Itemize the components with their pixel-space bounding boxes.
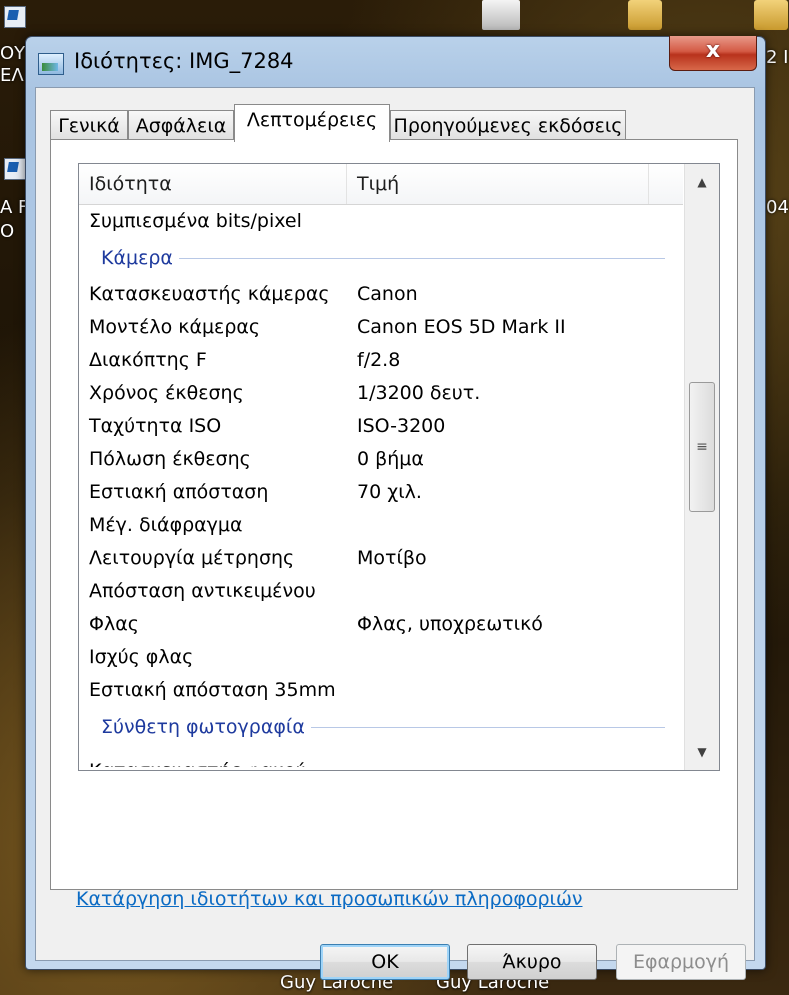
desktop-text-fragment: Ο xyxy=(0,221,15,242)
image-file-icon xyxy=(38,53,64,75)
group-title: Κάμερα xyxy=(101,238,179,278)
property-name: Πόλωση έκθεσης xyxy=(89,448,251,470)
list-item[interactable]: Ταχύτητα ISO ISO-3200 xyxy=(79,410,683,443)
property-name: Μέγ. διάφραγμα xyxy=(89,514,243,536)
property-name: Συμπιεσμένα bits/pixel xyxy=(89,210,302,232)
vertical-scrollbar[interactable]: ▲ ≡ ▼ xyxy=(684,164,719,770)
desktop-network-icon xyxy=(482,0,520,30)
property-name: Διακόπτης F xyxy=(89,349,207,371)
list-item[interactable]: Απόσταση αντικειμένου xyxy=(79,575,683,608)
ok-button[interactable]: OK xyxy=(320,944,450,980)
title-bar[interactable]: Ιδιότητες: IMG_7284 x xyxy=(26,36,765,87)
list-item[interactable]: Μέγ. διάφραγμα xyxy=(79,509,683,542)
desktop-text-fragment: 2 Ι xyxy=(766,47,789,68)
list-item[interactable]: Διακόπτης F f/2.8 xyxy=(79,344,683,377)
cancel-button[interactable]: Άκυρο xyxy=(467,944,597,980)
properties-dialog: Ιδιότητες: IMG_7284 x Γενικά Ασφάλεια Λε… xyxy=(25,36,766,980)
property-value: Canon EOS 5D Mark II xyxy=(357,316,566,338)
dialog-client-area: Γενικά Ασφάλεια Λεπτομέρειες Προηγούμενε… xyxy=(35,87,755,980)
list-item[interactable]: Συμπιεσμένα bits/pixel xyxy=(79,205,683,238)
list-item[interactable]: Κατασκευαστής φακού xyxy=(79,747,683,767)
property-name: Φλας xyxy=(89,613,139,635)
tab-details[interactable]: Λεπτομέρειες xyxy=(234,104,390,142)
list-item[interactable]: Φλας Φλας, υποχρεωτικό xyxy=(79,608,683,641)
apply-button[interactable]: Εφαρμογή xyxy=(616,944,746,980)
property-value: Canon xyxy=(357,283,418,305)
property-name: Μοντέλο κάμερας xyxy=(89,316,261,338)
list-item[interactable]: Εστιακή απόσταση 70 χιλ. xyxy=(79,476,683,509)
desktop-text-fragment: ΟΥ xyxy=(0,43,26,64)
desktop-folder-icon xyxy=(754,0,788,30)
property-value: ISO-3200 xyxy=(357,415,446,437)
tab-general[interactable]: Γενικά xyxy=(50,110,128,140)
property-name: Απόσταση αντικειμένου xyxy=(89,580,316,602)
properties-list[interactable]: Ιδιότητα Τιμή Συμπιεσμένα bits/pixel Κάμ… xyxy=(78,163,720,771)
property-name: Ταχύτητα ISO xyxy=(89,415,222,437)
arrow-up-icon[interactable]: ▲ xyxy=(685,164,719,200)
property-name: Λειτουργία μέτρησης xyxy=(89,547,295,569)
list-item[interactable]: Ισχύς φλας xyxy=(79,641,683,674)
list-item[interactable]: Εστιακή απόσταση 35mm xyxy=(79,674,683,707)
list-header: Ιδιότητα Τιμή xyxy=(79,164,683,205)
close-button[interactable]: x xyxy=(669,36,757,71)
property-name: Κατασκευαστής κάμερας xyxy=(89,283,330,305)
list-item[interactable]: Πόλωση έκθεσης 0 βήμα xyxy=(79,443,683,476)
scrollbar-thumb[interactable]: ≡ xyxy=(689,382,715,512)
property-value: 70 χιλ. xyxy=(357,481,422,503)
remove-properties-link[interactable]: Κατάργηση ιδιοτήτων και προσωπικών πληρο… xyxy=(76,888,583,910)
property-name: Χρόνος έκθεσης xyxy=(89,382,244,404)
group-title: Σύνθετη φωτογραφία xyxy=(101,707,311,747)
tab-security[interactable]: Ασφάλεια xyxy=(128,110,234,140)
desktop-text-fragment: 04 xyxy=(766,197,789,218)
property-value: f/2.8 xyxy=(357,349,401,371)
property-name: Εστιακή απόσταση xyxy=(89,481,269,503)
desktop-text-fragment: ΕΛ xyxy=(0,65,24,86)
property-value: 1/3200 δευτ. xyxy=(357,382,481,404)
group-divider xyxy=(101,258,665,259)
property-name: Κατασκευαστής φακού xyxy=(89,755,307,767)
property-value: Φλας, υποχρεωτικό xyxy=(357,613,543,635)
column-header-property[interactable]: Ιδιότητα xyxy=(79,164,347,204)
window-title: Ιδιότητες: IMG_7284 xyxy=(74,49,294,73)
list-rows: Συμπιεσμένα bits/pixel Κάμερα Κατασκευασ… xyxy=(79,205,683,767)
tab-previous-versions[interactable]: Προηγούμενες εκδόσεις xyxy=(390,110,626,140)
desktop-folder-icon xyxy=(628,0,662,30)
list-item[interactable]: Κατασκευαστής κάμερας Canon xyxy=(79,278,683,311)
property-value: 0 βήμα xyxy=(357,448,424,470)
column-header-value[interactable]: Τιμή xyxy=(347,164,649,204)
property-name: Ισχύς φλας xyxy=(89,646,194,668)
property-value: Μοτίβο xyxy=(357,547,427,569)
list-item[interactable]: Χρόνος έκθεσης 1/3200 δευτ. xyxy=(79,377,683,410)
arrow-down-icon[interactable]: ▼ xyxy=(685,734,719,770)
desktop-shortcut-icon xyxy=(4,6,26,28)
grip-icon: ≡ xyxy=(696,439,708,455)
list-item[interactable]: Μοντέλο κάμερας Canon EOS 5D Mark II xyxy=(79,311,683,344)
group-header-advanced-photo: Σύνθετη φωτογραφία xyxy=(79,707,683,747)
property-name: Εστιακή απόσταση 35mm xyxy=(89,679,336,701)
list-item[interactable]: Λειτουργία μέτρησης Μοτίβο xyxy=(79,542,683,575)
group-header-camera: Κάμερα xyxy=(79,238,683,278)
details-panel: Ιδιότητα Τιμή Συμπιεσμένα bits/pixel Κάμ… xyxy=(50,139,738,910)
desktop-shortcut-icon xyxy=(4,158,26,180)
